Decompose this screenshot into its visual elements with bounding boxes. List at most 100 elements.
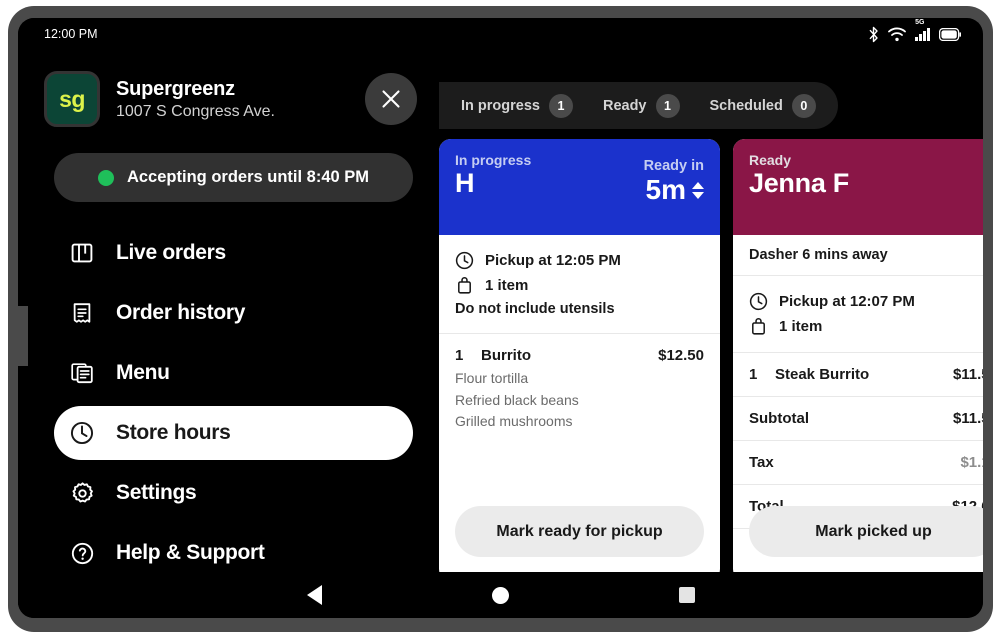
dasher-eta-text: Dasher 6 mins away — [733, 235, 983, 276]
order-line-item: 1 Burrito $12.50 — [439, 334, 720, 368]
sidebar-item-label: Live orders — [116, 241, 226, 264]
nav-back-button[interactable] — [292, 572, 338, 618]
tab-scheduled-label: Scheduled — [709, 97, 783, 114]
order-tax-label: Tax — [749, 454, 774, 471]
order-customer-name: Jenna F — [749, 168, 849, 198]
ready-in-value: 5m — [645, 174, 686, 205]
order-card-header: Ready Jenna F — [733, 139, 983, 235]
kanban-board-icon — [68, 239, 96, 267]
wifi-icon — [888, 27, 907, 41]
sidebar-item-live-orders[interactable]: Live orders — [54, 226, 413, 280]
sidebar-item-label: Store hours — [116, 421, 231, 444]
sidebar-item-store-hours[interactable]: Store hours — [54, 406, 413, 460]
order-line-item-name: Burrito — [481, 347, 531, 364]
order-item-count-text: 1 item — [485, 277, 529, 294]
order-pickup-time-row: Pickup at 12:07 PM — [749, 289, 983, 314]
orders-tab-bar: In progress 1 Ready 1 Scheduled 0 — [439, 82, 838, 129]
question-circle-icon — [68, 539, 96, 567]
nav-home-button[interactable] — [478, 572, 524, 618]
sidebar-item-label: Settings — [116, 481, 197, 504]
receipt-icon — [68, 299, 96, 327]
nav-recents-button[interactable] — [664, 572, 710, 618]
bag-icon — [458, 276, 471, 294]
order-item-count-text: 1 item — [779, 318, 823, 335]
clock-icon — [68, 419, 96, 447]
android-navigation-bar — [18, 572, 983, 618]
tab-ready-label: Ready — [602, 97, 647, 114]
order-subtotal-label: Subtotal — [749, 410, 809, 427]
order-line-item-qty: 1 — [455, 347, 464, 364]
network-type-label: 5G — [915, 18, 925, 26]
device-bezel-strip — [18, 306, 28, 366]
clock-icon — [455, 251, 474, 270]
status-bar-time: 12:00 PM — [44, 27, 98, 41]
tab-ready-count: 1 — [655, 93, 680, 118]
close-icon — [382, 90, 400, 108]
order-subtotal-row: Subtotal $11.50 — [733, 397, 983, 441]
order-utensils-note: Do not include utensils — [455, 298, 704, 320]
order-line-item-name: Steak Burrito — [775, 366, 870, 383]
tab-in-progress-count: 1 — [548, 93, 573, 118]
order-line-item: 1 Steak Burrito $11.50 — [733, 353, 983, 397]
sidebar-item-order-history[interactable]: Order history — [54, 286, 413, 340]
tablet-device-frame: 12:00 PM 5G In progress 1 Ready 1 Schedu… — [8, 6, 993, 632]
ready-in-label: Ready in — [643, 158, 704, 174]
stepper-arrows-icon[interactable] — [692, 181, 704, 199]
order-card-in-progress[interactable]: In progress H Ready in 5m Pickup at 12:0… — [439, 139, 720, 581]
menu-pages-icon — [68, 359, 96, 387]
order-line-item-modifiers: Flour tortilla Refried black beans Grill… — [439, 368, 720, 433]
tablet-screen: 12:00 PM 5G In progress 1 Ready 1 Schedu… — [18, 18, 983, 618]
order-pickup-time-text: Pickup at 12:07 PM — [779, 293, 915, 310]
sidebar-item-label: Help & Support — [116, 541, 265, 564]
store-name: Supergreenz — [116, 77, 235, 100]
store-header: sg Supergreenz 1007 S Congress Ave. — [18, 66, 439, 132]
gear-icon — [68, 479, 96, 507]
clock-icon — [749, 292, 768, 311]
status-dot-icon — [97, 169, 114, 186]
order-subtotal-value: $11.50 — [952, 410, 983, 427]
accepting-orders-text: Accepting orders until 8:40 PM — [126, 168, 370, 186]
order-card-header: In progress H Ready in 5m — [439, 139, 720, 235]
order-cards-row: In progress H Ready in 5m Pickup at 12:0… — [439, 139, 983, 581]
order-tax-value: $1.15 — [960, 454, 983, 471]
order-meta-block: Pickup at 12:05 PM 1 item Do not include… — [439, 235, 720, 334]
order-modifier: Refried black beans — [455, 391, 579, 408]
order-meta-block: Pickup at 12:07 PM 1 item — [733, 276, 983, 353]
order-tax-row: Tax $1.15 — [733, 441, 983, 485]
mark-picked-up-button[interactable]: Mark picked up — [749, 506, 983, 557]
tab-in-progress-label: In progress — [461, 97, 540, 114]
tab-scheduled-count: 0 — [791, 93, 816, 118]
order-card-ready[interactable]: Ready Jenna F Dasher 6 mins away Pickup … — [733, 139, 983, 581]
order-modifier: Grilled mushrooms — [455, 413, 573, 430]
accepting-orders-status-pill[interactable]: Accepting orders until 8:40 PM — [54, 153, 413, 202]
order-pickup-time-row: Pickup at 12:05 PM — [455, 248, 704, 273]
sidebar-nav-list: Live orders Order history Menu Store hou… — [18, 226, 439, 580]
status-bar-icons: 5G — [868, 19, 961, 43]
bluetooth-icon — [869, 26, 878, 42]
sidebar-item-settings[interactable]: Settings — [54, 466, 413, 520]
ready-in-stepper[interactable]: Ready in 5m — [644, 158, 704, 206]
cellular-5g-icon: 5G — [915, 19, 930, 41]
order-line-item-price: $11.50 — [952, 366, 983, 383]
order-modifier: Flour tortilla — [455, 370, 529, 386]
order-item-count-row: 1 item — [749, 314, 983, 339]
order-pickup-time-text: Pickup at 12:05 PM — [485, 252, 621, 269]
tab-in-progress[interactable]: In progress 1 — [461, 93, 573, 118]
mark-ready-for-pickup-button[interactable]: Mark ready for pickup — [455, 506, 704, 557]
tab-ready[interactable]: Ready 1 — [602, 93, 680, 118]
close-drawer-button[interactable] — [365, 73, 417, 125]
status-bar: 12:00 PM 5G — [18, 18, 983, 50]
sidebar-item-label: Order history — [116, 301, 246, 324]
tab-scheduled[interactable]: Scheduled 0 — [709, 93, 816, 118]
store-logo: sg — [44, 71, 100, 127]
order-status-label: Ready — [749, 152, 792, 168]
order-item-count-row: 1 item — [455, 273, 704, 298]
store-address: 1007 S Congress Ave. — [116, 102, 275, 120]
order-note-text: Do not include utensils — [455, 301, 615, 317]
sidebar-item-menu[interactable]: Menu — [54, 346, 413, 400]
store-info: Supergreenz 1007 S Congress Ave. — [116, 78, 349, 121]
battery-icon — [939, 27, 961, 41]
order-line-item-qty: 1 — [749, 366, 758, 383]
sidebar-item-label: Menu — [116, 361, 170, 384]
bag-icon — [752, 317, 765, 335]
